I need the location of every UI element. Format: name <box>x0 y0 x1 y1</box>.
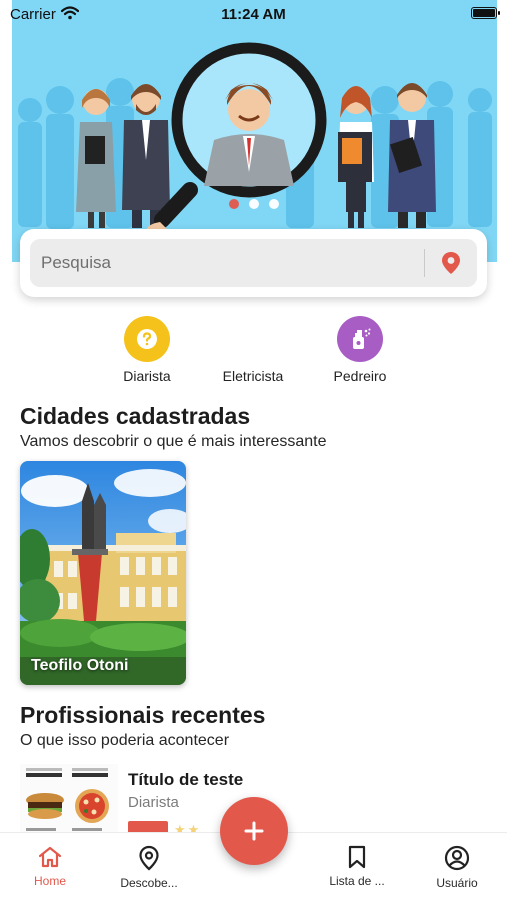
home-icon <box>38 846 62 868</box>
category-row: Diarista Eletricista Pedreiro <box>0 316 507 386</box>
plus-icon <box>244 821 264 841</box>
tab-discover[interactable]: Descobe... <box>109 845 189 890</box>
tab-list[interactable]: Lista de ... <box>317 845 397 888</box>
spray-bottle-icon <box>337 316 383 362</box>
search-card: Pesquisa <box>20 229 487 297</box>
cities-section-subtitle: Vamos descobrir o que é mais interessant… <box>20 433 327 450</box>
professional-category: Diarista <box>128 794 179 811</box>
category-label: Eletricista <box>222 368 284 384</box>
hero-illustration <box>0 0 507 262</box>
status-bar: Carrier 11:24 AM <box>0 0 507 28</box>
location-pin-icon <box>139 845 159 871</box>
question-icon <box>124 316 170 362</box>
add-button[interactable] <box>220 797 288 865</box>
user-circle-icon <box>444 845 470 871</box>
clock: 11:24 AM <box>221 6 286 23</box>
carousel-dot-1[interactable] <box>228 199 239 209</box>
cities-section-title: Cidades cadastradas <box>20 403 251 429</box>
category-pedreiro[interactable]: Pedreiro <box>310 316 410 384</box>
tab-home[interactable]: Home <box>10 845 90 888</box>
battery-icon <box>471 7 500 19</box>
search-divider <box>424 249 425 277</box>
bookmark-icon <box>348 845 366 869</box>
hero-right-frame <box>497 0 507 262</box>
carousel-dot-3[interactable] <box>268 199 279 209</box>
professional-title: Título de teste <box>128 770 244 789</box>
carousel-dots <box>0 199 507 209</box>
hero-carousel[interactable] <box>0 0 507 262</box>
location-pin-icon[interactable] <box>439 251 463 275</box>
category-diarista[interactable]: Diarista <box>97 316 197 384</box>
tab-label: Usuário <box>436 876 478 890</box>
professional-thumbnail <box>20 764 118 835</box>
city-card[interactable]: Teofilo Otoni <box>20 461 186 685</box>
search-input[interactable]: Pesquisa <box>30 239 477 287</box>
tab-user[interactable]: Usuário <box>417 845 497 890</box>
professionals-section-subtitle: O que isso poderia acontecer <box>20 732 230 749</box>
category-label: Pedreiro <box>333 368 387 384</box>
search-placeholder: Pesquisa <box>41 253 111 272</box>
hero-left-frame <box>0 0 12 262</box>
carousel-dot-2[interactable] <box>248 199 259 209</box>
category-icon-placeholder <box>230 316 276 362</box>
city-name: Teofilo Otoni <box>31 657 129 674</box>
category-label: Diarista <box>123 368 171 384</box>
tab-label: Lista de ... <box>329 874 385 888</box>
tab-label: Home <box>33 874 66 888</box>
professionals-section-title: Profissionais recentes <box>20 702 266 728</box>
tab-label: Descobe... <box>120 876 178 890</box>
city-photo <box>20 461 186 685</box>
category-eletricista[interactable]: Eletricista <box>203 316 303 384</box>
